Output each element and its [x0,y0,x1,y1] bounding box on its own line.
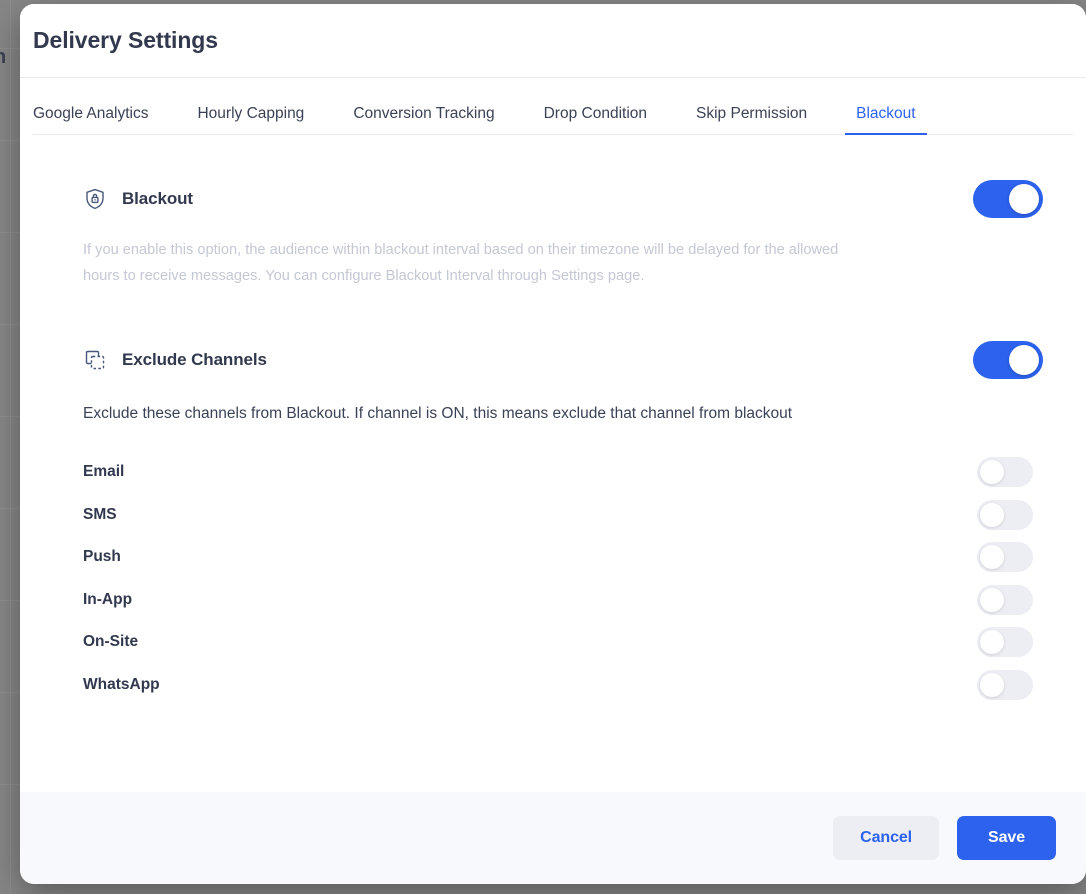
blackout-label-group: Blackout [33,187,193,211]
exclude-channels-label-group: Exclude Channels [33,348,267,372]
exclude-channels-toggle[interactable] [973,341,1043,379]
channel-label-on-site: On-Site [83,633,139,651]
backdrop-gridline [10,0,11,894]
toggle-knob [980,630,1004,655]
save-button[interactable]: Save [957,816,1056,860]
blackout-label: Blackout [122,189,193,208]
shield-lock-icon [83,187,107,211]
page-title: Delivery Settings [33,27,218,53]
list-item: In-App [33,579,1073,622]
cancel-button[interactable]: Cancel [833,816,940,860]
tab-hourly-capping[interactable]: Hourly Capping [197,105,304,135]
exclude-channels-section-header: Exclude Channels [33,341,1073,379]
list-item: Email [33,451,1073,494]
overlapping-squares-icon [83,348,107,372]
toggle-knob [980,587,1004,612]
tab-drop-condition[interactable]: Drop Condition [544,105,647,135]
tab-google-analytics[interactable]: Google Analytics [33,105,148,135]
toggle-knob [980,672,1004,697]
tab-blackout[interactable]: Blackout [845,105,928,135]
toggle-knob [1009,184,1039,214]
tab-conversion-tracking[interactable]: Conversion Tracking [353,105,494,135]
toggle-knob [1009,345,1039,375]
channel-label-sms: SMS [83,505,117,523]
list-item: SMS [33,494,1073,537]
channel-toggle-push[interactable] [977,542,1033,573]
blackout-section-header: Blackout [33,180,1073,218]
channel-label-in-app: In-App [83,590,133,608]
channel-toggle-whatsapp[interactable] [977,669,1033,700]
toggle-knob [980,502,1004,527]
toggle-knob [980,460,1004,485]
channel-label-push: Push [83,548,121,566]
channel-label-whatsapp: WhatsApp [83,675,160,693]
list-item: On-Site [33,621,1073,664]
toggle-knob [980,545,1004,570]
blackout-description: If you enable this option, the audience … [83,242,839,284]
backdrop-partial-text: n [0,46,7,68]
list-item: WhatsApp [33,664,1073,707]
modal-footer: Cancel Save [20,792,1086,884]
exclude-channels-label: Exclude Channels [122,350,267,369]
channel-toggle-email[interactable] [977,457,1033,488]
modal-header: Delivery Settings [20,4,1086,78]
channel-list: Email SMS Push In-App On-Site WhatsApp [33,451,1073,706]
blackout-toggle[interactable] [973,180,1043,218]
delivery-settings-modal: Delivery Settings Google Analytics Hourl… [20,4,1086,884]
channel-toggle-sms[interactable] [977,499,1033,530]
channel-toggle-on-site[interactable] [977,627,1033,658]
channel-label-email: Email [83,463,125,481]
modal-body: Google Analytics Hourly Capping Conversi… [20,78,1086,792]
tab-skip-permission[interactable]: Skip Permission [696,105,807,135]
settings-tabs: Google Analytics Hourly Capping Conversi… [33,78,1073,135]
list-item: Push [33,536,1073,579]
exclude-channels-description: Exclude these channels from Blackout. If… [83,405,793,422]
channel-toggle-in-app[interactable] [977,584,1033,615]
